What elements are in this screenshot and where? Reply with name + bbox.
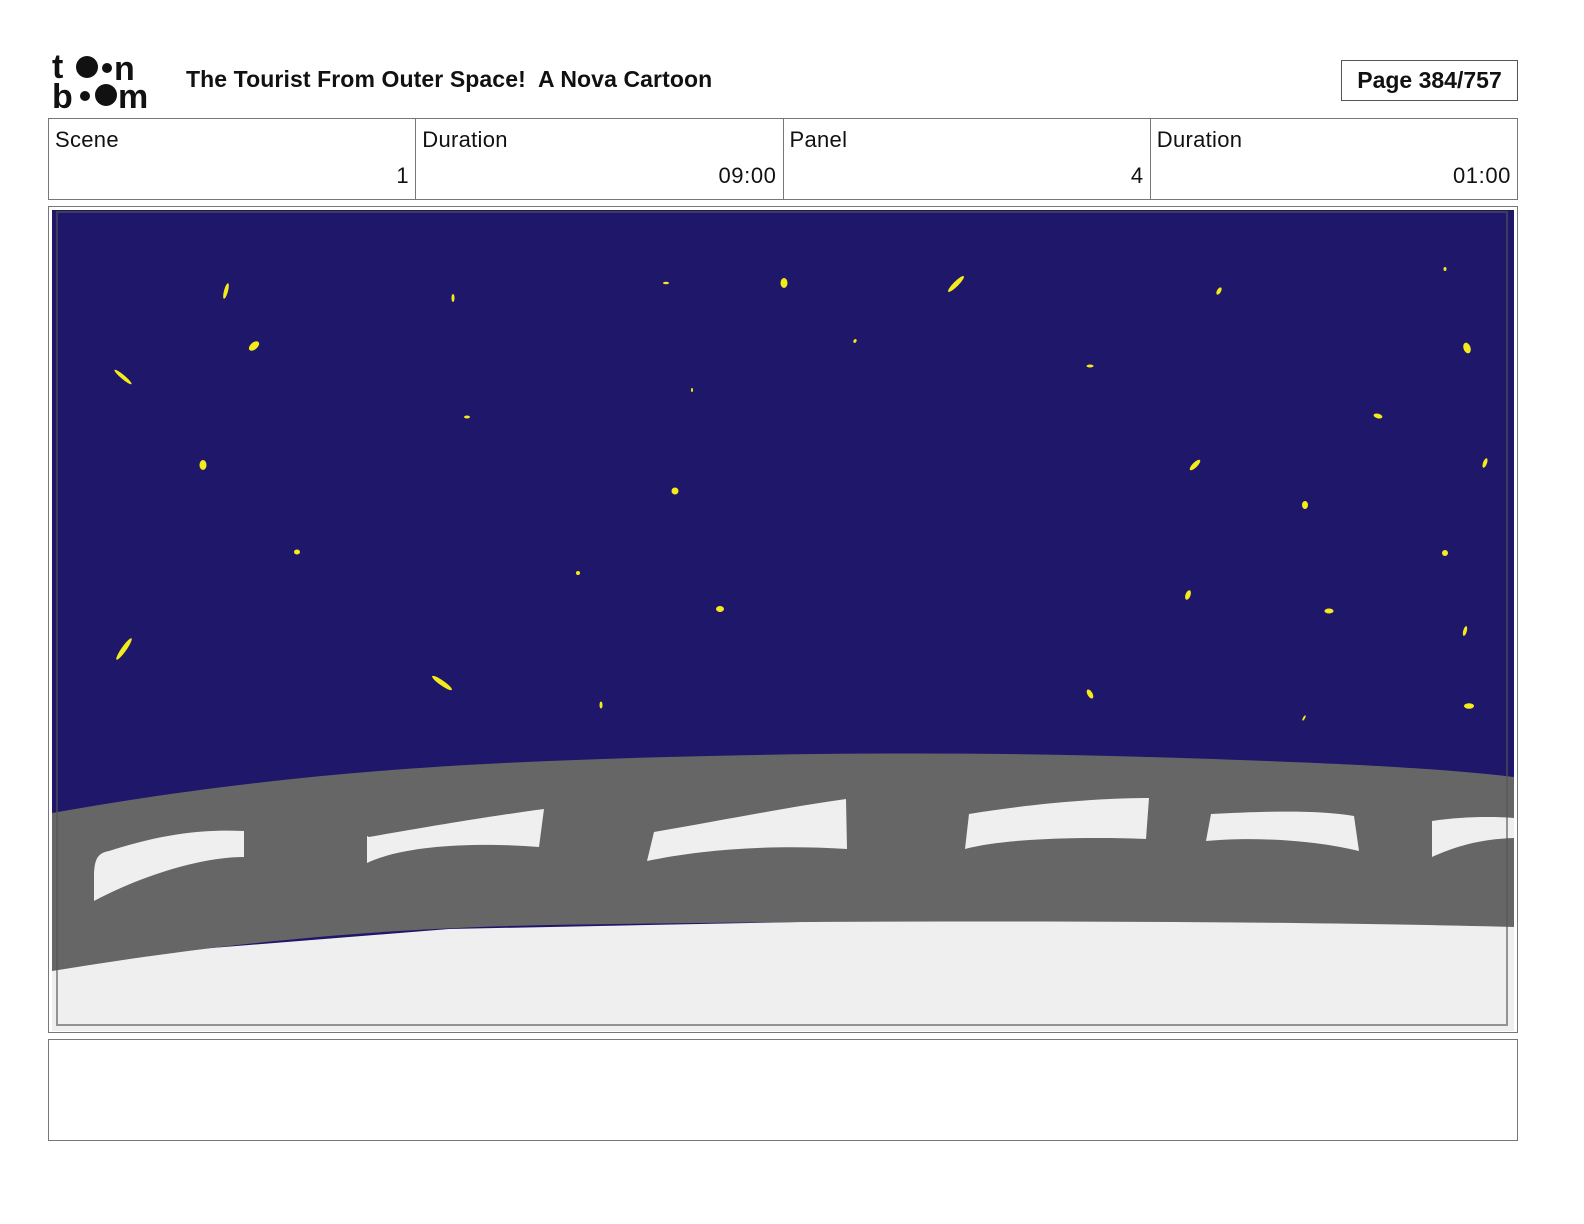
svg-text:m: m xyxy=(118,78,148,112)
scene-value: 1 xyxy=(396,163,410,188)
star xyxy=(1442,550,1448,556)
star xyxy=(780,278,788,288)
scene-duration-value: 09:00 xyxy=(718,163,777,188)
panel-duration-cell: Duration 01:00 xyxy=(1151,119,1517,199)
shot-info-table: Scene 1 Duration 09:00 Panel 4 Duration … xyxy=(48,118,1518,200)
scene-duration-cell: Duration 09:00 xyxy=(416,119,784,199)
star xyxy=(716,606,724,612)
document-title: The Tourist From Outer Space! A Nova Car… xyxy=(186,66,713,92)
star xyxy=(1464,703,1474,709)
star xyxy=(599,701,603,709)
storyboard-panel xyxy=(48,206,1518,1033)
panel-artwork xyxy=(52,210,1514,1031)
star xyxy=(294,549,300,555)
scene-duration-label: Duration xyxy=(422,127,508,152)
star xyxy=(1443,267,1447,271)
star xyxy=(464,415,470,419)
panel-notes[interactable] xyxy=(48,1039,1518,1141)
star xyxy=(199,460,207,470)
panel-label: Panel xyxy=(789,127,848,152)
star xyxy=(671,487,679,495)
star xyxy=(663,281,669,285)
svg-text:b: b xyxy=(52,78,73,112)
star xyxy=(451,294,455,302)
toonboom-logo: t n b m xyxy=(52,50,164,112)
star xyxy=(1086,364,1094,368)
panel-cell: Panel 4 xyxy=(784,119,1151,199)
star xyxy=(1324,608,1334,614)
panel-duration-label: Duration xyxy=(1156,127,1243,152)
star xyxy=(691,388,693,392)
scene-label: Scene xyxy=(55,127,119,152)
star xyxy=(576,571,580,575)
panel-value: 4 xyxy=(1130,163,1144,188)
panel-duration-value: 01:00 xyxy=(1452,163,1511,188)
star xyxy=(1302,501,1308,509)
scene-cell: Scene 1 xyxy=(49,119,417,199)
page-number: Page 384/757 xyxy=(1341,60,1518,101)
